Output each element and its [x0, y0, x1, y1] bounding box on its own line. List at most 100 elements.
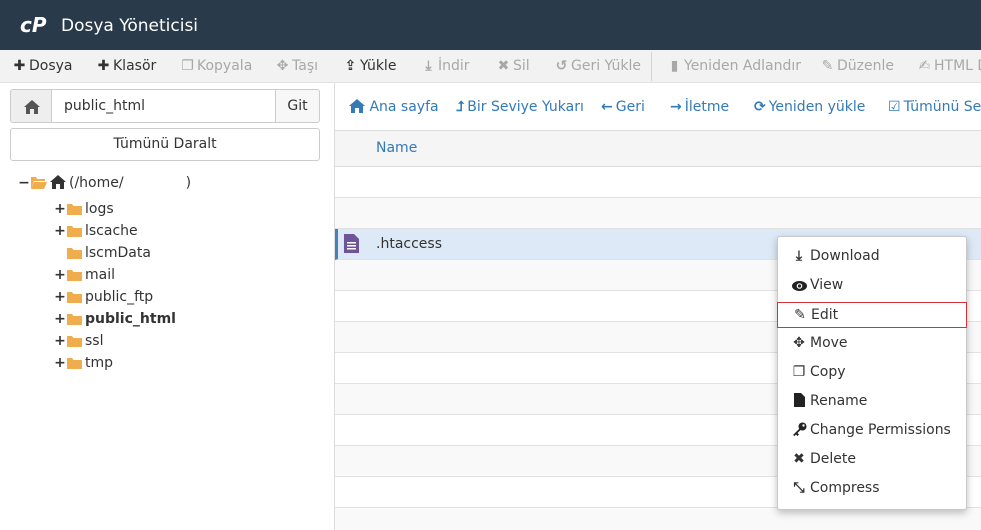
undo-icon: ↺	[555, 58, 568, 74]
home-button-label: Ana sayfa	[369, 99, 439, 115]
context-menu-delete[interactable]: ✖ Delete	[778, 446, 966, 472]
rename-label: Yeniden Adlandır	[684, 58, 801, 74]
tree-item-tmp[interactable]: + tmp	[54, 352, 113, 374]
expand-toggle-icon[interactable]: +	[54, 330, 66, 352]
context-menu-view[interactable]: View	[778, 272, 966, 298]
table-row[interactable]	[335, 508, 981, 530]
tree-item-label: logs	[85, 201, 114, 217]
toolbar-divider	[651, 52, 652, 81]
move-icon: ✥	[793, 335, 805, 351]
text-file-icon	[344, 234, 359, 253]
folder-icon	[67, 226, 82, 237]
table-row[interactable]	[335, 167, 981, 198]
home-icon	[349, 99, 365, 113]
expand-toggle-icon[interactable]: +	[54, 198, 66, 220]
table-row[interactable]	[335, 198, 981, 229]
edit-label: Düzenle	[837, 58, 894, 74]
context-menu-edit[interactable]: ✎ Edit	[777, 302, 967, 328]
forward-button[interactable]: → İletme	[670, 97, 729, 117]
context-menu-download[interactable]: ⤓ Download	[778, 243, 966, 269]
new-file-label: Dosya	[29, 58, 73, 74]
tree-item-label: ssl	[85, 333, 104, 349]
tree-item-public-html[interactable]: + public_html	[54, 308, 176, 330]
collapse-all-button[interactable]: Tümünü Daralt	[10, 128, 320, 161]
expand-toggle-icon[interactable]: +	[54, 286, 66, 308]
restore-button[interactable]: ↺ Geri Yükle	[554, 50, 641, 82]
pencil-icon: ✎	[794, 307, 806, 323]
download-button[interactable]: ⤓ İndir	[421, 50, 470, 82]
folder-open-icon	[31, 177, 47, 189]
tree-item-label: lscmData	[85, 245, 151, 261]
context-menu-label: Rename	[810, 393, 868, 409]
pencil-icon: ✎	[821, 58, 834, 74]
upload-button[interactable]: ⇪ Yükle	[343, 50, 397, 82]
context-menu-label: Download	[810, 248, 880, 264]
tree-root[interactable]: − (/home/)	[18, 172, 191, 194]
back-label: Geri	[615, 99, 645, 115]
home-button[interactable]: Ana sayfa	[349, 97, 439, 117]
back-button[interactable]: ← Geri	[601, 97, 645, 117]
folder-icon	[67, 248, 82, 259]
context-menu-compress[interactable]: ⤡ Compress	[778, 475, 966, 501]
compress-icon: ⤡	[793, 480, 805, 496]
reload-button[interactable]: ⟳ Yeniden yükle	[754, 97, 865, 117]
tree-item-label: public_html	[85, 311, 176, 327]
new-file-button[interactable]: ✚ Dosya	[12, 50, 73, 82]
html-editor-button[interactable]: ✍HTML D	[917, 50, 981, 82]
folder-icon	[67, 336, 82, 347]
context-menu-copy[interactable]: ❐ Copy	[778, 359, 966, 385]
svg-text:cP: cP	[20, 14, 47, 36]
html-editor-label: HTML D	[934, 58, 981, 74]
copy-label: Kopyala	[197, 58, 253, 74]
context-menu-change-permissions[interactable]: Change Permissions	[778, 417, 966, 443]
tree-item-logs[interactable]: + logs	[54, 198, 114, 220]
select-all-label: Tümünü Seç	[903, 99, 981, 115]
upload-icon: ⇪	[344, 58, 357, 74]
file-name: .htaccess	[376, 236, 442, 252]
context-menu-move[interactable]: ✥ Move	[778, 330, 966, 356]
tree-item-lscmdata[interactable]: lscmData	[54, 242, 151, 264]
reload-label: Yeniden yükle	[768, 99, 866, 115]
expand-toggle-icon[interactable]: +	[54, 308, 66, 330]
edit-button[interactable]: ✎ Düzenle	[820, 50, 894, 82]
context-menu-label: Compress	[810, 480, 880, 496]
expand-toggle-icon[interactable]: +	[54, 352, 66, 374]
go-button[interactable]: Git	[275, 89, 320, 123]
move-button[interactable]: ✥ Taşı	[275, 50, 318, 82]
home-path-button[interactable]	[10, 89, 52, 123]
move-label: Taşı	[292, 58, 318, 74]
eye-icon	[791, 272, 807, 298]
expand-toggle-icon[interactable]: +	[54, 220, 66, 242]
arrow-left-icon: ←	[601, 99, 613, 115]
collapse-toggle-icon[interactable]: −	[18, 172, 30, 194]
download-icon: ⤓	[425, 58, 432, 74]
rename-button[interactable]: ▮ Yeniden Adlandır	[667, 50, 801, 82]
context-menu-label: Copy	[810, 364, 846, 380]
tree-item-lscache[interactable]: + lscache	[54, 220, 138, 242]
column-header-name[interactable]: Name	[376, 140, 417, 156]
delete-button[interactable]: ✖ Sil	[496, 50, 530, 82]
plus-icon: ✚	[97, 58, 110, 74]
navigation-bar: Ana sayfa ⮥ Bir Seviye Yukarı ← Geri → İlet…	[335, 83, 981, 130]
path-input[interactable]	[51, 89, 276, 123]
copy-button[interactable]: ❐ Kopyala	[180, 50, 253, 82]
tree-item-ssl[interactable]: + ssl	[54, 330, 103, 352]
forward-label: İletme	[684, 99, 730, 115]
select-all-button[interactable]: ☑ Tümünü Seç	[888, 97, 981, 117]
tree-item-mail[interactable]: + mail	[54, 264, 115, 286]
restore-label: Geri Yükle	[571, 58, 641, 74]
folder-icon	[67, 292, 82, 303]
copy-icon: ❐	[181, 58, 194, 74]
new-folder-button[interactable]: ✚ Klasör	[96, 50, 157, 82]
context-menu-label: Change Permissions	[810, 422, 951, 438]
refresh-icon: ⟳	[754, 99, 766, 115]
tree-item-public-ftp[interactable]: + public_ftp	[54, 286, 153, 308]
context-menu-rename[interactable]: Rename	[778, 388, 966, 414]
context-menu: ⤓ Download View ✎ Edit ✥ Move ❐ Copy Rename …	[777, 236, 967, 510]
tree-root-close: )	[185, 175, 192, 191]
cpanel-logo-icon: cP	[20, 14, 47, 36]
expand-toggle-icon[interactable]: +	[54, 264, 66, 286]
up-one-level-button[interactable]: ⮥ Bir Seviye Yukarı	[456, 97, 584, 117]
table-header: Name	[335, 131, 981, 167]
download-label: İndir	[438, 58, 470, 74]
